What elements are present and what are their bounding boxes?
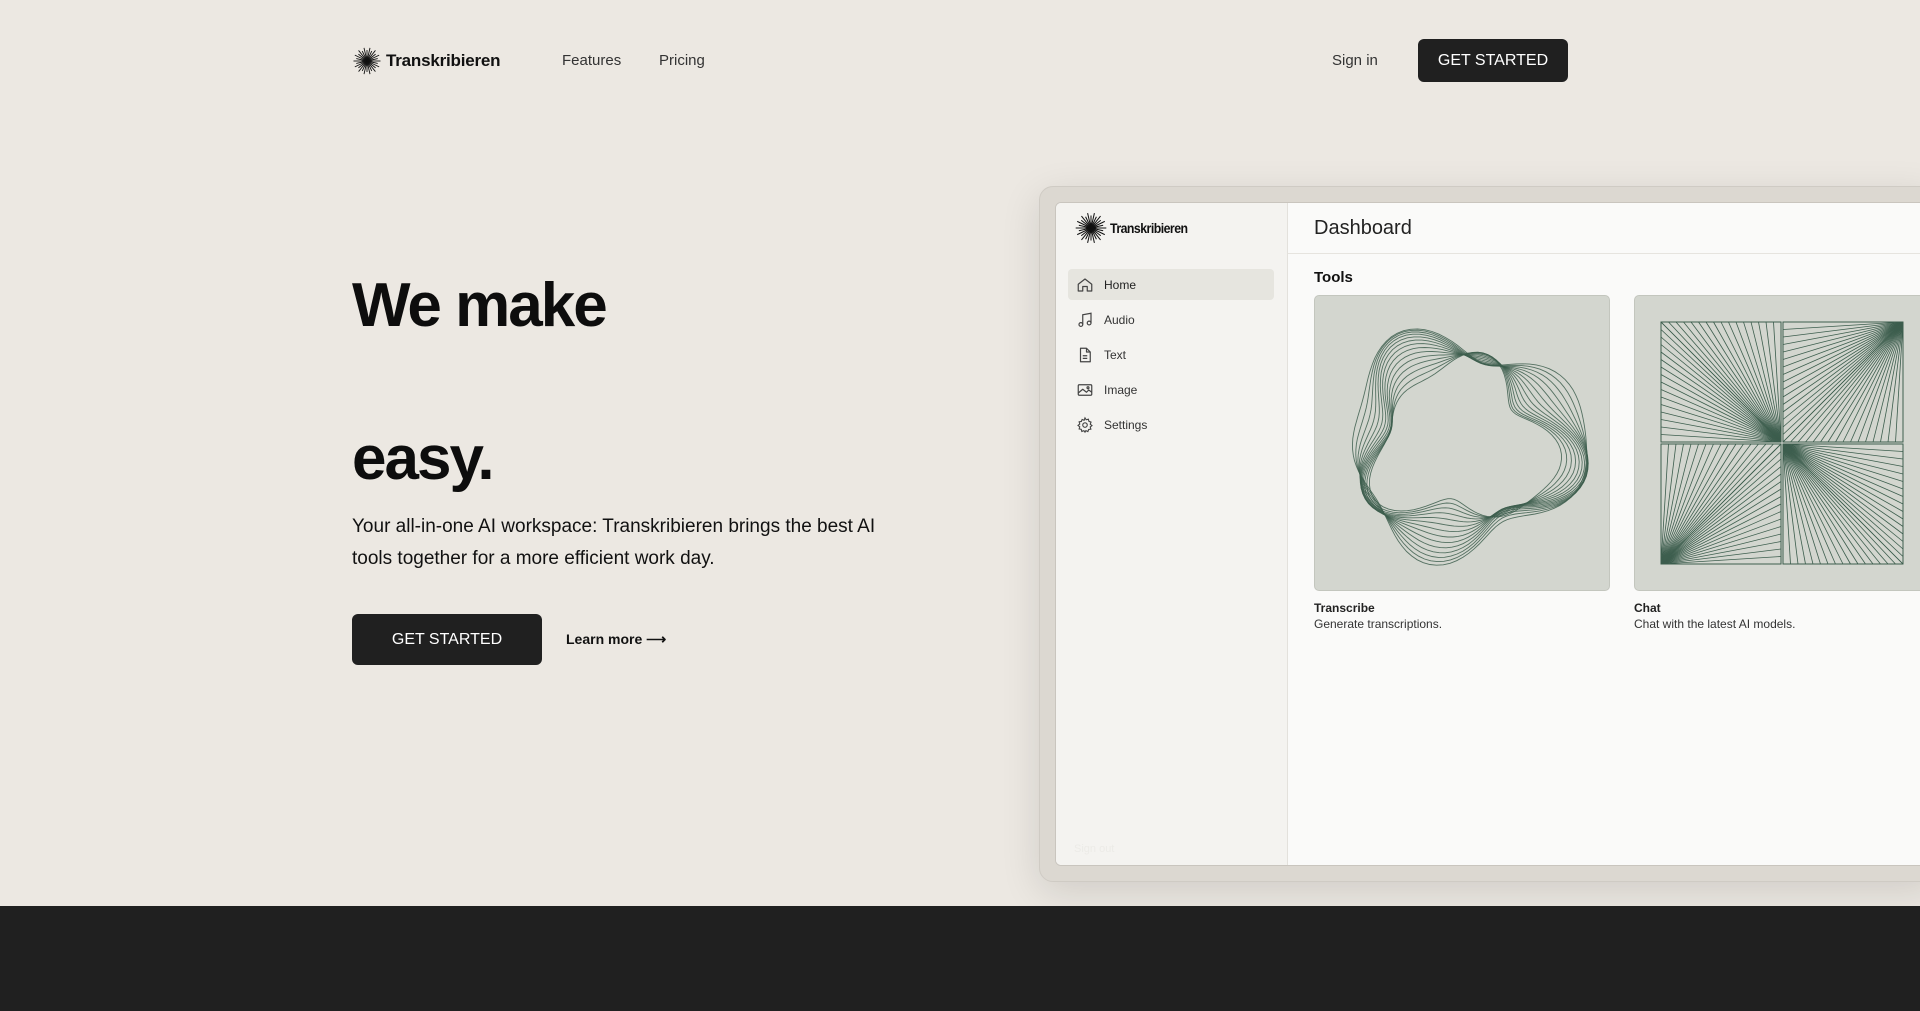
sidebar-item-label: Text bbox=[1104, 347, 1127, 362]
dashboard-mockup-screen: Transkribieren Home Audio Text Image Set… bbox=[1055, 202, 1920, 866]
tool-card-transcribe[interactable] bbox=[1314, 295, 1610, 591]
tool-card-title: Transcribe bbox=[1314, 601, 1375, 615]
hero-get-started-button[interactable]: GET STARTED bbox=[352, 614, 542, 665]
hero-title-line-2: easy. bbox=[352, 424, 495, 493]
sidebar-item-image[interactable]: Image bbox=[1068, 374, 1274, 405]
starburst-logo-icon bbox=[353, 47, 381, 75]
sign-out-link[interactable]: Sign out bbox=[1074, 843, 1114, 855]
mockup-brand-logo[interactable]: Transkribieren bbox=[1074, 211, 1198, 245]
sidebar-item-label: Home bbox=[1104, 277, 1137, 292]
brand-logo[interactable]: Transkribieren bbox=[352, 46, 501, 76]
sidebar-item-audio[interactable]: Audio bbox=[1068, 304, 1274, 335]
sidebar-item-label: Settings bbox=[1104, 417, 1148, 432]
starburst-logo-icon bbox=[1075, 212, 1107, 244]
nav-features[interactable]: Features bbox=[562, 52, 621, 69]
dark-section-band bbox=[0, 906, 1920, 1011]
nav-pricing[interactable]: Pricing bbox=[659, 52, 705, 69]
tool-card-description: Generate transcriptions. bbox=[1314, 617, 1443, 631]
mockup-topbar: Dashboard bbox=[1288, 203, 1920, 254]
header-get-started-button[interactable]: GET STARTED bbox=[1418, 39, 1568, 82]
hero-title-line-1: We make bbox=[352, 271, 608, 340]
learn-more-link[interactable]: Learn more ⟶ bbox=[566, 631, 666, 648]
image-icon bbox=[1077, 383, 1093, 396]
hero-subtitle: Your all-in-one AI workspace: Transkribi… bbox=[352, 516, 876, 569]
wavy-ring-illustration bbox=[1352, 328, 1589, 566]
page-title: Dashboard bbox=[1314, 217, 1412, 239]
mockup-sidebar: Transkribieren Home Audio Text Image Set… bbox=[1056, 203, 1288, 865]
sign-in-link[interactable]: Sign in bbox=[1332, 52, 1378, 69]
document-icon bbox=[1079, 347, 1091, 362]
sidebar-item-label: Image bbox=[1104, 382, 1138, 397]
sidebar-item-home[interactable]: Home bbox=[1068, 269, 1274, 300]
music-note-icon bbox=[1078, 312, 1092, 327]
tools-section-title: Tools bbox=[1314, 269, 1353, 286]
mockup-brand-name: Transkribieren bbox=[1110, 220, 1188, 236]
sidebar-item-settings[interactable]: Settings bbox=[1068, 409, 1274, 440]
tool-card-title: Chat bbox=[1634, 601, 1661, 615]
tool-card-chat[interactable] bbox=[1634, 295, 1920, 591]
gear-icon bbox=[1077, 416, 1093, 433]
tool-card-description: Chat with the latest AI models. bbox=[1634, 617, 1796, 631]
brand-name: Transkribieren bbox=[386, 51, 501, 70]
home-icon bbox=[1077, 277, 1093, 292]
sidebar-item-text[interactable]: Text bbox=[1068, 339, 1274, 370]
sidebar-item-label: Audio bbox=[1104, 312, 1135, 327]
site-header: Transkribieren Features Pricing Sign in … bbox=[352, 38, 1568, 84]
radiating-lines-illustration bbox=[1660, 321, 1904, 565]
